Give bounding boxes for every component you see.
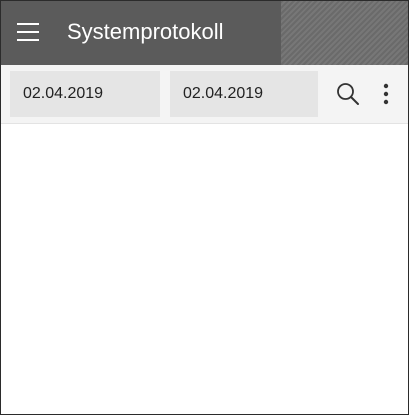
date-to-field[interactable]: 02.04.2019 — [170, 71, 318, 117]
log-list — [1, 124, 408, 414]
menu-icon[interactable] — [17, 23, 39, 41]
more-vert-icon[interactable] — [379, 81, 393, 107]
search-icon[interactable] — [335, 81, 361, 107]
date-from-field[interactable]: 02.04.2019 — [10, 71, 160, 117]
app-bar: Systemprotokoll — [1, 1, 408, 65]
app-screen: Systemprotokoll 02.04.2019 02.04.2019 — [0, 0, 409, 415]
filter-bar: 02.04.2019 02.04.2019 — [1, 65, 408, 124]
page-title: Systemprotokoll — [67, 19, 224, 44]
